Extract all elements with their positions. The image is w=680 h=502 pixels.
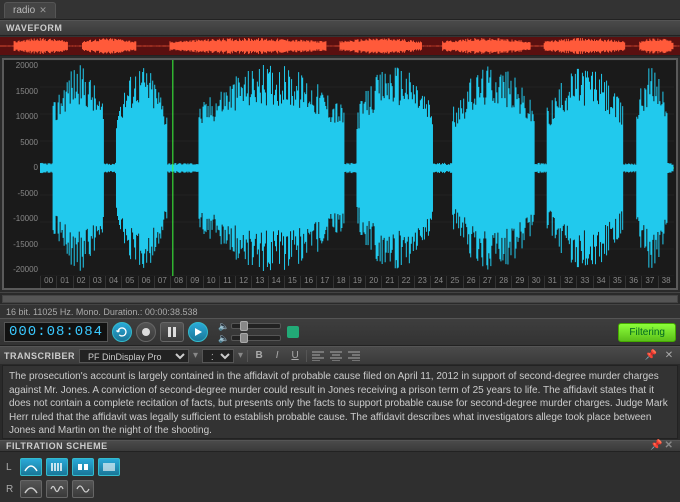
filter-curve-button[interactable] <box>20 458 42 476</box>
filter-band-button[interactable] <box>72 458 94 476</box>
waveform-axis-y: 20000150001000050000-5000-10000-15000-20… <box>4 60 40 276</box>
record-button[interactable] <box>136 322 156 342</box>
filtration-panel-title: FILTRATION SCHEME <box>6 441 108 451</box>
waveform-display[interactable]: 20000150001000050000-5000-10000-15000-20… <box>2 58 678 290</box>
waveform-panel-header: WAVEFORM <box>0 20 680 36</box>
link-channels-toggle[interactable] <box>287 326 299 338</box>
audio-info-bar: 16 bit. 11025 Hz. Mono. Duration.: 00:00… <box>0 304 680 318</box>
filter-wave-button-r[interactable] <box>46 480 68 498</box>
pause-button[interactable] <box>160 322 184 342</box>
speaker-left-icon: 🔈 <box>218 321 228 332</box>
waveform-axis-x: 0001020304050607080910111213141516171819… <box>40 276 674 288</box>
underline-button[interactable]: U <box>288 349 302 363</box>
waveform-overview[interactable] <box>0 36 680 56</box>
tab-label: radio <box>13 5 35 16</box>
italic-button[interactable]: I <box>270 349 284 363</box>
audio-info-text: 16 bit. 11025 Hz. Mono. Duration.: 00:00… <box>6 307 197 317</box>
channel-left-label: L <box>6 462 16 473</box>
transcript-text-area[interactable]: The prosecution's account is largely con… <box>2 365 678 439</box>
filtration-row-right: R <box>6 478 674 500</box>
transport-bar: 000:08:084 🔈 🔈 Filtering <box>0 318 680 346</box>
filtration-panel-header: FILTRATION SCHEME 📌 ✕ <box>0 440 680 452</box>
volume-left-slider[interactable] <box>231 323 281 329</box>
pin-icon[interactable]: 📌 <box>650 441 660 451</box>
tab-radio[interactable]: radio ✕ <box>4 2 56 18</box>
filter-sine-button-r[interactable] <box>72 480 94 498</box>
scrollbar-thumb[interactable] <box>3 296 677 302</box>
close-icon[interactable]: ✕ <box>662 349 676 363</box>
filter-bars1-button[interactable] <box>46 458 68 476</box>
filtering-button[interactable]: Filtering <box>618 323 676 342</box>
transcriber-title: TRANSCRIBER <box>4 351 75 361</box>
waveform-panel-title: WAVEFORM <box>6 23 62 33</box>
pin-icon[interactable]: 📌 <box>644 349 658 363</box>
waveform-canvas[interactable] <box>40 60 674 276</box>
waveform-scrollbar[interactable] <box>0 292 680 304</box>
transcriber-toolbar: TRANSCRIBER PF DinDisplay Pro ▾ 12 ▾ B I… <box>0 346 680 364</box>
speaker-right-icon: 🔈 <box>218 333 228 344</box>
align-center-button[interactable] <box>329 349 343 363</box>
loop-button[interactable] <box>112 322 132 342</box>
volume-right-slider[interactable] <box>231 335 281 341</box>
font-family-select[interactable]: PF DinDisplay Pro <box>79 349 189 363</box>
play-button[interactable] <box>188 322 208 342</box>
filter-bars2-button[interactable] <box>98 458 120 476</box>
close-icon[interactable]: ✕ <box>664 441 674 451</box>
volume-controls: 🔈 🔈 <box>218 321 281 344</box>
filtration-panel: FILTRATION SCHEME 📌 ✕ L R <box>0 440 680 502</box>
align-left-button[interactable] <box>311 349 325 363</box>
transcript-content: The prosecution's account is largely con… <box>9 371 668 436</box>
tab-close-icon[interactable]: ✕ <box>39 5 47 16</box>
font-size-select[interactable]: 12 <box>202 349 234 363</box>
time-display: 000:08:084 <box>4 322 108 342</box>
filtration-row-left: L <box>6 456 674 478</box>
filter-curve-button-r[interactable] <box>20 480 42 498</box>
channel-right-label: R <box>6 484 16 495</box>
bold-button[interactable]: B <box>252 349 266 363</box>
document-tabbar: radio ✕ <box>0 0 680 20</box>
align-right-button[interactable] <box>347 349 361 363</box>
